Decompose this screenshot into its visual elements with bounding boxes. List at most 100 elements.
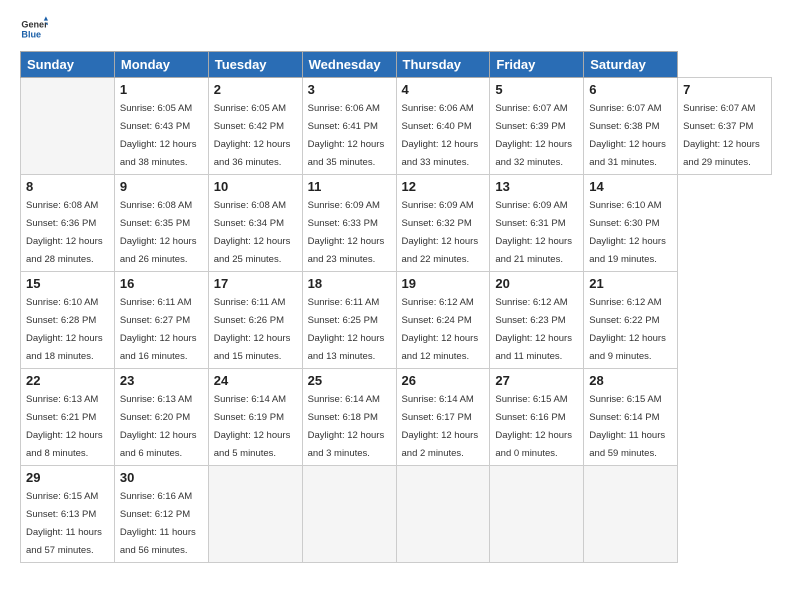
empty-cell-4-4 [396, 466, 490, 563]
day-cell-5: 5 Sunrise: 6:07 AMSunset: 6:39 PMDayligh… [490, 78, 584, 175]
cell-info: Sunrise: 6:15 AMSunset: 6:14 PMDaylight:… [589, 394, 665, 459]
day-number: 26 [402, 373, 485, 388]
week-row-0: 1 Sunrise: 6:05 AMSunset: 6:43 PMDayligh… [21, 78, 772, 175]
day-cell-18: 18 Sunrise: 6:11 AMSunset: 6:25 PMDaylig… [302, 272, 396, 369]
column-header-saturday: Saturday [584, 52, 678, 78]
column-header-sunday: Sunday [21, 52, 115, 78]
week-row-2: 15 Sunrise: 6:10 AMSunset: 6:28 PMDaylig… [21, 272, 772, 369]
column-header-thursday: Thursday [396, 52, 490, 78]
day-number: 2 [214, 82, 297, 97]
day-cell-29: 29 Sunrise: 6:15 AMSunset: 6:13 PMDaylig… [21, 466, 115, 563]
cell-info: Sunrise: 6:05 AMSunset: 6:43 PMDaylight:… [120, 103, 197, 168]
cell-info: Sunrise: 6:09 AMSunset: 6:33 PMDaylight:… [308, 200, 385, 265]
cell-info: Sunrise: 6:07 AMSunset: 6:38 PMDaylight:… [589, 103, 666, 168]
calendar-header-row: SundayMondayTuesdayWednesdayThursdayFrid… [21, 52, 772, 78]
logo: General Blue [20, 15, 52, 43]
day-cell-10: 10 Sunrise: 6:08 AMSunset: 6:34 PMDaylig… [208, 175, 302, 272]
header-area: General Blue [20, 15, 772, 43]
empty-cell-4-6 [584, 466, 678, 563]
day-cell-14: 14 Sunrise: 6:10 AMSunset: 6:30 PMDaylig… [584, 175, 678, 272]
empty-cell-4-3 [302, 466, 396, 563]
week-row-1: 8 Sunrise: 6:08 AMSunset: 6:36 PMDayligh… [21, 175, 772, 272]
cell-info: Sunrise: 6:13 AMSunset: 6:21 PMDaylight:… [26, 394, 103, 459]
cell-info: Sunrise: 6:09 AMSunset: 6:32 PMDaylight:… [402, 200, 479, 265]
day-number: 15 [26, 276, 109, 291]
day-cell-21: 21 Sunrise: 6:12 AMSunset: 6:22 PMDaylig… [584, 272, 678, 369]
day-number: 6 [589, 82, 672, 97]
cell-info: Sunrise: 6:10 AMSunset: 6:28 PMDaylight:… [26, 297, 103, 362]
day-number: 9 [120, 179, 203, 194]
day-cell-20: 20 Sunrise: 6:12 AMSunset: 6:23 PMDaylig… [490, 272, 584, 369]
day-number: 28 [589, 373, 672, 388]
svg-text:General: General [21, 20, 48, 30]
cell-info: Sunrise: 6:07 AMSunset: 6:37 PMDaylight:… [683, 103, 760, 168]
day-cell-16: 16 Sunrise: 6:11 AMSunset: 6:27 PMDaylig… [114, 272, 208, 369]
day-number: 16 [120, 276, 203, 291]
day-number: 20 [495, 276, 578, 291]
day-cell-12: 12 Sunrise: 6:09 AMSunset: 6:32 PMDaylig… [396, 175, 490, 272]
day-cell-25: 25 Sunrise: 6:14 AMSunset: 6:18 PMDaylig… [302, 369, 396, 466]
day-number: 21 [589, 276, 672, 291]
day-number: 1 [120, 82, 203, 97]
day-number: 29 [26, 470, 109, 485]
cell-info: Sunrise: 6:05 AMSunset: 6:42 PMDaylight:… [214, 103, 291, 168]
day-number: 11 [308, 179, 391, 194]
day-cell-27: 27 Sunrise: 6:15 AMSunset: 6:16 PMDaylig… [490, 369, 584, 466]
day-number: 12 [402, 179, 485, 194]
day-number: 14 [589, 179, 672, 194]
week-row-3: 22 Sunrise: 6:13 AMSunset: 6:21 PMDaylig… [21, 369, 772, 466]
column-header-monday: Monday [114, 52, 208, 78]
cell-info: Sunrise: 6:14 AMSunset: 6:19 PMDaylight:… [214, 394, 291, 459]
day-cell-19: 19 Sunrise: 6:12 AMSunset: 6:24 PMDaylig… [396, 272, 490, 369]
day-number: 19 [402, 276, 485, 291]
cell-info: Sunrise: 6:12 AMSunset: 6:24 PMDaylight:… [402, 297, 479, 362]
cell-info: Sunrise: 6:14 AMSunset: 6:18 PMDaylight:… [308, 394, 385, 459]
cell-info: Sunrise: 6:10 AMSunset: 6:30 PMDaylight:… [589, 200, 666, 265]
cell-info: Sunrise: 6:12 AMSunset: 6:22 PMDaylight:… [589, 297, 666, 362]
column-header-tuesday: Tuesday [208, 52, 302, 78]
calendar-table: SundayMondayTuesdayWednesdayThursdayFrid… [20, 51, 772, 563]
cell-info: Sunrise: 6:06 AMSunset: 6:40 PMDaylight:… [402, 103, 479, 168]
day-cell-28: 28 Sunrise: 6:15 AMSunset: 6:14 PMDaylig… [584, 369, 678, 466]
day-number: 24 [214, 373, 297, 388]
main-container: General Blue SundayMondayTuesdayWednesda… [0, 0, 792, 573]
day-number: 18 [308, 276, 391, 291]
cell-info: Sunrise: 6:07 AMSunset: 6:39 PMDaylight:… [495, 103, 572, 168]
day-number: 4 [402, 82, 485, 97]
day-number: 22 [26, 373, 109, 388]
day-cell-9: 9 Sunrise: 6:08 AMSunset: 6:35 PMDayligh… [114, 175, 208, 272]
day-number: 7 [683, 82, 766, 97]
cell-info: Sunrise: 6:08 AMSunset: 6:34 PMDaylight:… [214, 200, 291, 265]
day-cell-24: 24 Sunrise: 6:14 AMSunset: 6:19 PMDaylig… [208, 369, 302, 466]
empty-cell-4-2 [208, 466, 302, 563]
week-row-4: 29 Sunrise: 6:15 AMSunset: 6:13 PMDaylig… [21, 466, 772, 563]
cell-info: Sunrise: 6:11 AMSunset: 6:25 PMDaylight:… [308, 297, 385, 362]
cell-info: Sunrise: 6:08 AMSunset: 6:35 PMDaylight:… [120, 200, 197, 265]
day-cell-6: 6 Sunrise: 6:07 AMSunset: 6:38 PMDayligh… [584, 78, 678, 175]
day-number: 3 [308, 82, 391, 97]
day-cell-22: 22 Sunrise: 6:13 AMSunset: 6:21 PMDaylig… [21, 369, 115, 466]
day-cell-13: 13 Sunrise: 6:09 AMSunset: 6:31 PMDaylig… [490, 175, 584, 272]
day-number: 30 [120, 470, 203, 485]
day-number: 23 [120, 373, 203, 388]
cell-info: Sunrise: 6:15 AMSunset: 6:16 PMDaylight:… [495, 394, 572, 459]
logo-icon: General Blue [20, 15, 48, 43]
cell-info: Sunrise: 6:11 AMSunset: 6:27 PMDaylight:… [120, 297, 197, 362]
day-cell-23: 23 Sunrise: 6:13 AMSunset: 6:20 PMDaylig… [114, 369, 208, 466]
cell-info: Sunrise: 6:13 AMSunset: 6:20 PMDaylight:… [120, 394, 197, 459]
day-cell-26: 26 Sunrise: 6:14 AMSunset: 6:17 PMDaylig… [396, 369, 490, 466]
cell-info: Sunrise: 6:06 AMSunset: 6:41 PMDaylight:… [308, 103, 385, 168]
day-number: 25 [308, 373, 391, 388]
day-number: 13 [495, 179, 578, 194]
day-number: 5 [495, 82, 578, 97]
day-number: 8 [26, 179, 109, 194]
day-cell-17: 17 Sunrise: 6:11 AMSunset: 6:26 PMDaylig… [208, 272, 302, 369]
day-cell-1: 1 Sunrise: 6:05 AMSunset: 6:43 PMDayligh… [114, 78, 208, 175]
cell-info: Sunrise: 6:09 AMSunset: 6:31 PMDaylight:… [495, 200, 572, 265]
day-cell-30: 30 Sunrise: 6:16 AMSunset: 6:12 PMDaylig… [114, 466, 208, 563]
day-number: 10 [214, 179, 297, 194]
cell-info: Sunrise: 6:14 AMSunset: 6:17 PMDaylight:… [402, 394, 479, 459]
cell-info: Sunrise: 6:15 AMSunset: 6:13 PMDaylight:… [26, 491, 102, 556]
cell-info: Sunrise: 6:16 AMSunset: 6:12 PMDaylight:… [120, 491, 196, 556]
day-cell-7: 7 Sunrise: 6:07 AMSunset: 6:37 PMDayligh… [678, 78, 772, 175]
